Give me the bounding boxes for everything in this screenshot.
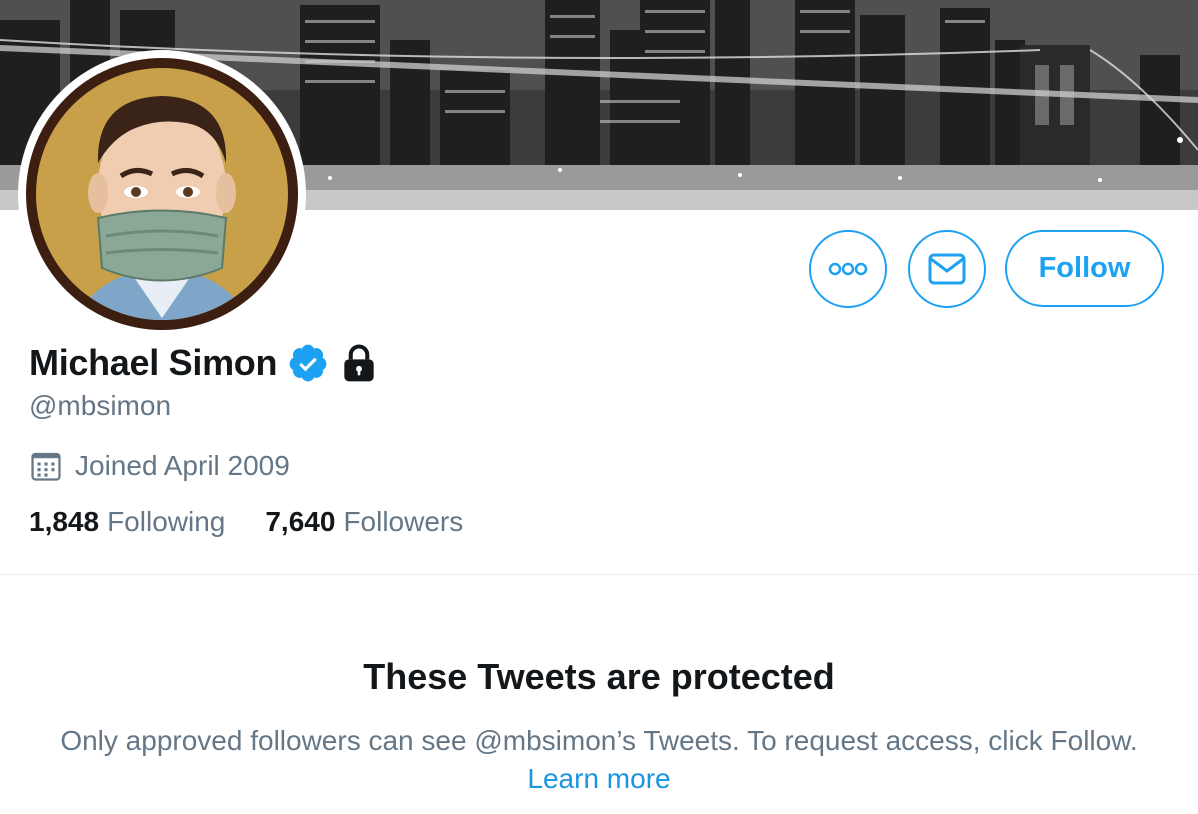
joined-date-row: Joined April 2009: [29, 448, 290, 484]
follow-stats: 1,848 Following 7,640 Followers: [29, 506, 463, 538]
avatar-frame: [26, 58, 298, 330]
divider: [0, 574, 1198, 575]
profile-name: Michael Simon: [29, 342, 278, 383]
more-button[interactable]: [809, 230, 887, 308]
following-label: Following: [107, 506, 226, 537]
following-count: 1,848: [29, 506, 100, 537]
avatar-image: [36, 68, 288, 320]
followers-label: Followers: [343, 506, 464, 537]
joined-date: Joined April 2009: [75, 450, 290, 481]
calendar-icon: [31, 452, 61, 481]
followers-link[interactable]: 7,640 Followers: [265, 506, 463, 538]
lock-icon: [344, 344, 374, 382]
protected-description: Only approved followers can see @mbsimon…: [40, 722, 1158, 798]
message-button[interactable]: [908, 230, 986, 308]
more-icon: [828, 262, 868, 276]
avatar[interactable]: [18, 50, 306, 338]
profile-name-row: Michael Simon: [29, 340, 381, 386]
profile-handle: @mbsimon: [29, 390, 172, 421]
learn-more-link[interactable]: Learn more: [527, 763, 670, 794]
follow-button[interactable]: Follow: [1005, 230, 1164, 307]
following-link[interactable]: 1,848 Following: [29, 506, 225, 538]
mail-icon: [928, 253, 966, 285]
protected-title: These Tweets are protected: [363, 656, 835, 697]
protected-body: Only approved followers can see @mbsimon…: [60, 725, 1138, 756]
verified-badge-icon: [289, 344, 327, 382]
followers-count: 7,640: [265, 506, 336, 537]
